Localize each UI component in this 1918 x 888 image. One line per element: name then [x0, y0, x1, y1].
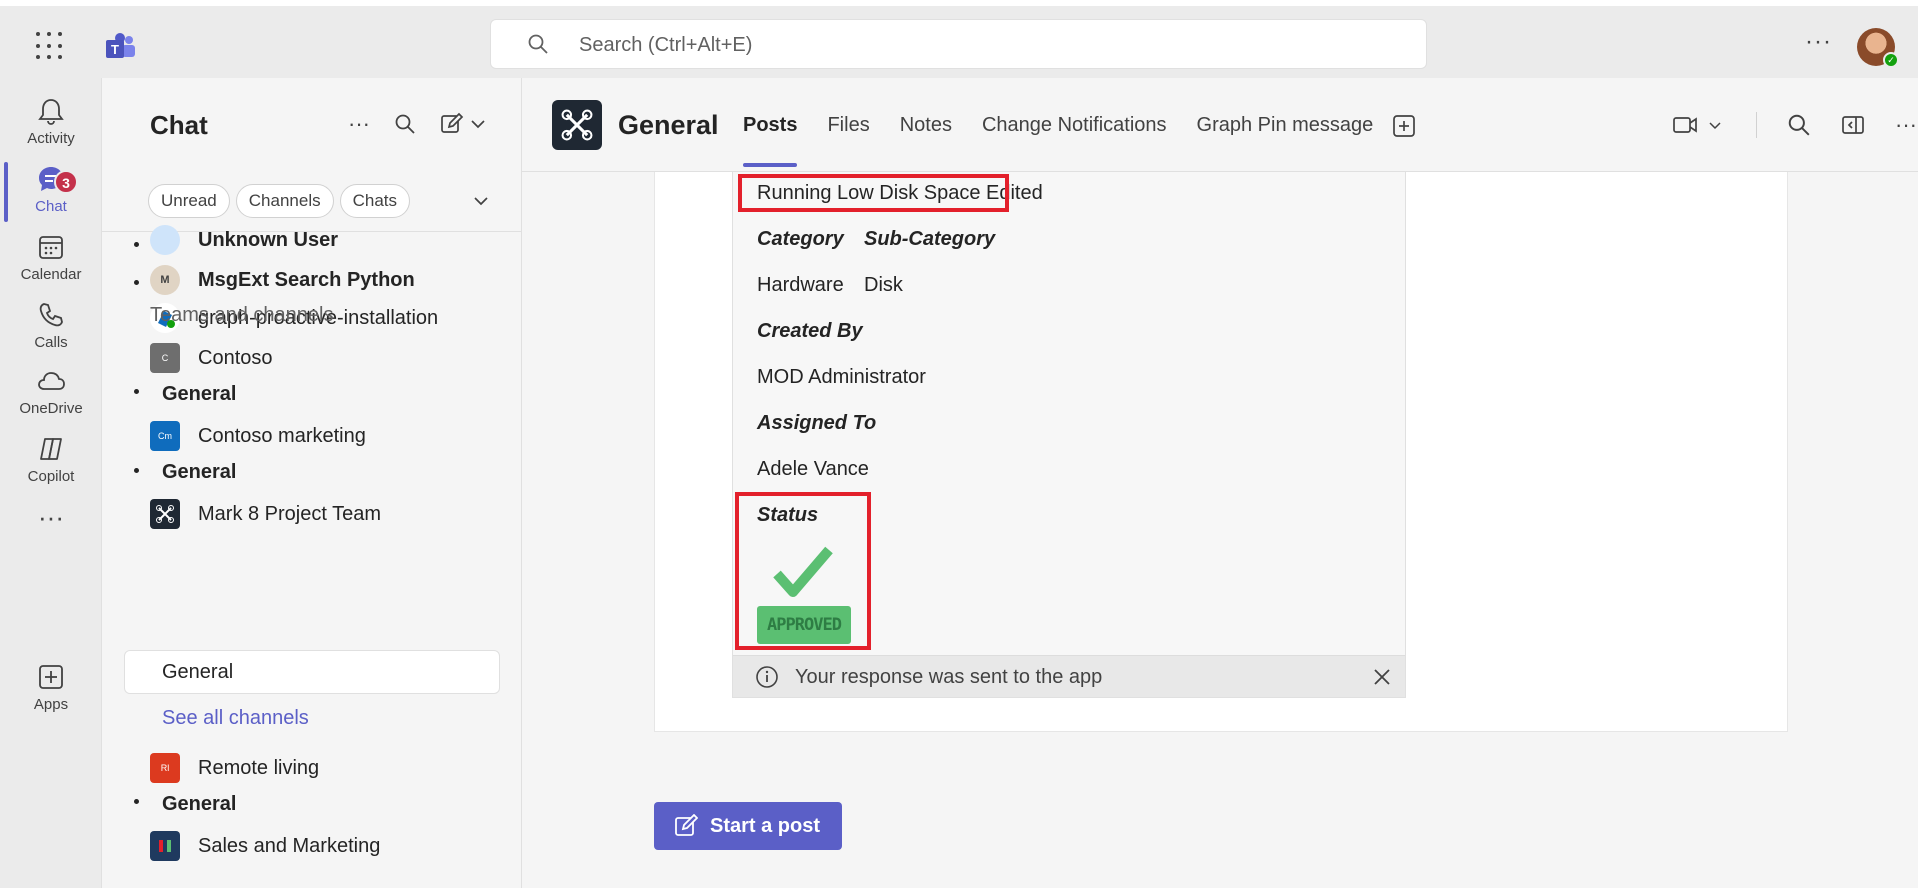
app-launcher-icon[interactable]: [36, 32, 64, 60]
tab-files[interactable]: Files: [827, 114, 869, 137]
rail-apps[interactable]: Apps: [0, 658, 102, 728]
filter-channels[interactable]: Channels: [235, 184, 334, 218]
calendar-icon: [39, 236, 63, 259]
category-label: Category: [757, 228, 844, 250]
cloud-icon: [38, 372, 65, 390]
tab-graph-pin-message[interactable]: Graph Pin message: [1197, 114, 1374, 137]
phone-icon: [39, 303, 63, 327]
rail-more-apps[interactable]: ···: [0, 488, 102, 568]
more-icon: ···: [38, 502, 64, 532]
team-avatar: [150, 499, 180, 529]
list-item[interactable]: Unknown User: [150, 224, 338, 256]
presence-available-icon: ✓: [1883, 52, 1899, 68]
subcategory-value: Disk: [864, 274, 903, 296]
team-icon: [552, 100, 602, 150]
video-call-icon[interactable]: [1672, 113, 1726, 137]
tab-notes[interactable]: Notes: [900, 114, 952, 137]
assigned-to-label: Assigned To: [757, 412, 877, 434]
copilot-icon: [40, 438, 62, 460]
created-by-label: Created By: [757, 320, 863, 342]
team-avatar: [150, 831, 180, 861]
plus-icon: [39, 665, 63, 689]
start-post-button[interactable]: Start a post: [654, 802, 842, 850]
more-options-icon[interactable]: ···: [1895, 114, 1917, 136]
more-options-icon[interactable]: ···: [348, 113, 370, 135]
bot-avatar: [150, 225, 180, 255]
panel-title: Chat: [150, 110, 208, 140]
open-pane-icon[interactable]: [1841, 113, 1865, 137]
highlight-box: [735, 492, 871, 650]
channel-item[interactable]: General: [162, 456, 236, 488]
drone-icon: [156, 505, 174, 523]
new-chat-icon[interactable]: [440, 112, 486, 136]
team-avatar: Cm: [150, 421, 180, 451]
assigned-to-value: Adele Vance: [757, 458, 869, 480]
user-avatar[interactable]: ✓: [1857, 28, 1899, 68]
filter-chats[interactable]: Chats: [339, 184, 411, 218]
add-tab-icon[interactable]: [1392, 114, 1416, 138]
search-icon[interactable]: [1787, 113, 1811, 137]
teams-logo-icon: T: [106, 33, 135, 58]
see-all-channels-link[interactable]: See all channels: [162, 702, 309, 734]
tab-posts[interactable]: Posts: [743, 114, 798, 167]
tab-change-notifications[interactable]: Change Notifications: [982, 114, 1167, 137]
chat-unread-badge: 3: [54, 170, 78, 194]
subcategory-label: Sub-Category: [864, 228, 996, 250]
highlight-box: [738, 174, 1009, 212]
created-by-value: MOD Administrator: [757, 366, 926, 388]
team-avatar: Rl: [150, 753, 180, 783]
search-box[interactable]: Search (Ctrl+Alt+E): [490, 19, 1427, 69]
avatar: M: [150, 265, 180, 295]
response-text: Your response was sent to the app: [795, 666, 1103, 688]
adaptive-card: Running Low Disk Space Edited Category S…: [732, 172, 1406, 698]
team-item[interactable]: C Contoso: [150, 342, 273, 374]
close-icon[interactable]: [1373, 668, 1391, 686]
section-header: Teams and channels: [150, 304, 334, 326]
channel-item-selected[interactable]: General: [162, 656, 233, 688]
bell-icon: [38, 99, 64, 125]
search-placeholder: Search (Ctrl+Alt+E): [579, 34, 753, 56]
search-icon[interactable]: [394, 113, 416, 135]
people-icon: [159, 840, 171, 852]
team-item[interactable]: Mark 8 Project Team: [150, 498, 381, 530]
team-item[interactable]: Sales and Marketing: [150, 830, 380, 862]
channel-item[interactable]: General: [162, 788, 236, 820]
category-value: Hardware: [757, 274, 844, 296]
title-bar: T Search (Ctrl+Alt+E) ··· ✓: [0, 0, 1918, 78]
list-item[interactable]: M MsgExt Search Python: [150, 264, 415, 296]
response-banner: Your response was sent to the app: [733, 655, 1405, 697]
drone-icon: [561, 109, 593, 141]
team-avatar: C: [150, 343, 180, 373]
info-icon: [756, 666, 778, 688]
channel-item[interactable]: General: [162, 378, 236, 410]
compose-icon: [675, 814, 698, 836]
channel-view: General Posts Files Notes Change Notific…: [522, 78, 1918, 888]
team-item[interactable]: Rl Remote living: [150, 752, 319, 784]
team-item[interactable]: Cm Contoso marketing: [150, 420, 366, 452]
search-icon: [528, 34, 548, 54]
chevron-down-icon[interactable]: [472, 192, 490, 210]
channel-header: General Posts Files Notes Change Notific…: [522, 78, 1918, 172]
app-rail: Activity Chat 3 Calendar Calls OneDrive …: [0, 78, 102, 888]
channel-title: General: [618, 110, 719, 140]
svg-text:T: T: [111, 42, 119, 57]
divider: [1756, 112, 1757, 138]
more-options-icon[interactable]: ···: [1805, 30, 1832, 54]
filter-unread[interactable]: Unread: [148, 184, 230, 218]
chat-list-panel: Chat ··· Unread Channels Chats Unknown U…: [102, 78, 522, 888]
